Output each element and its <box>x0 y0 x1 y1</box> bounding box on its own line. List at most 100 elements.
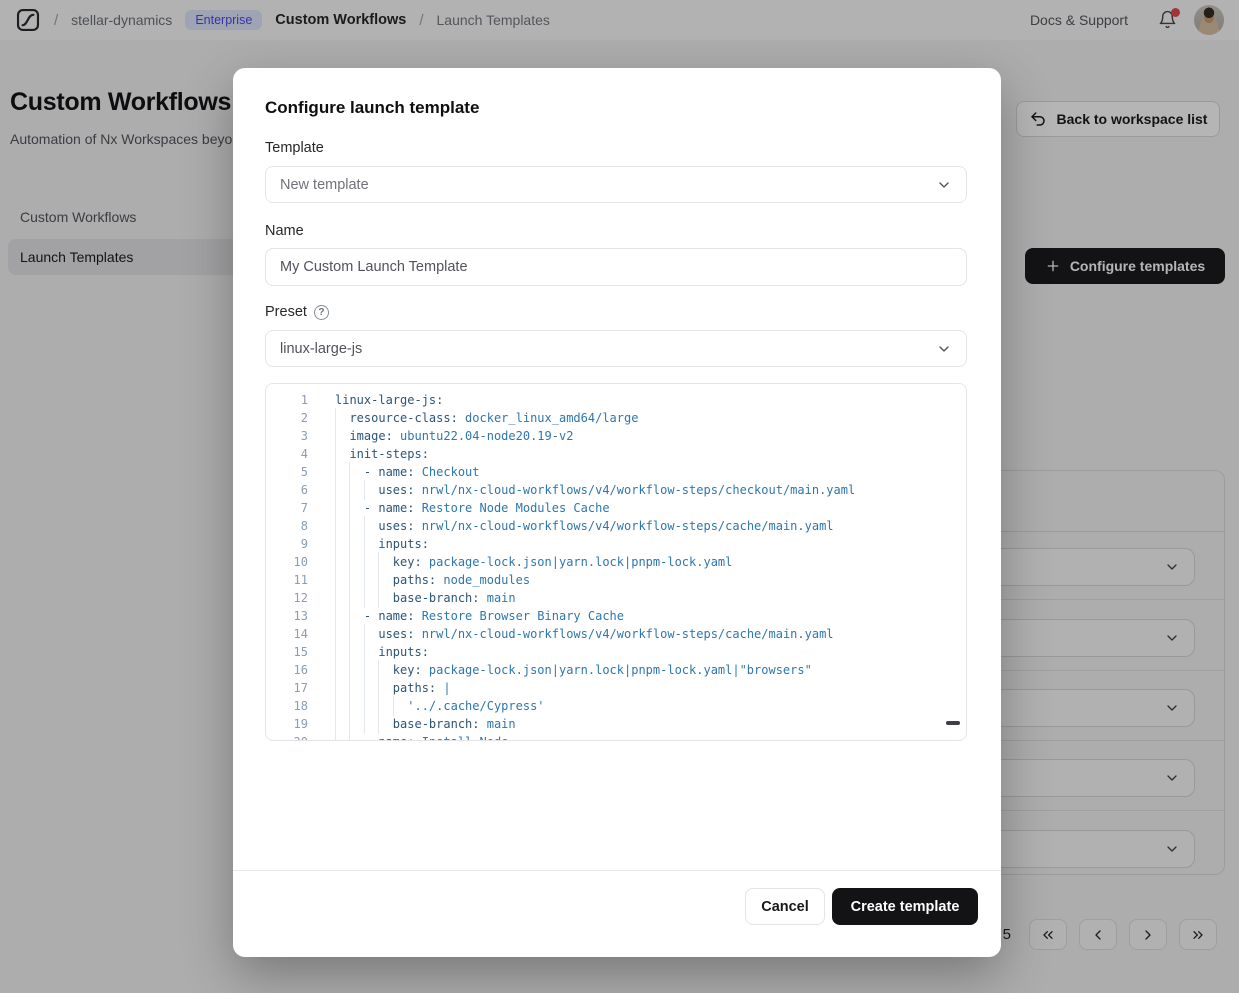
indent-guide <box>378 660 379 680</box>
line-number: 17 <box>280 679 308 697</box>
indent-guide <box>335 642 336 662</box>
line-number: 10 <box>280 553 308 571</box>
indent-guide <box>349 642 350 662</box>
indent-guide <box>335 678 336 698</box>
code-line: 16 key: package-lock.json|yarn.lock|pnpm… <box>266 661 966 679</box>
indent-guide <box>378 552 379 572</box>
code-line: 15 inputs: <box>266 643 966 661</box>
chevron-down-icon <box>936 341 952 357</box>
line-number: 8 <box>280 517 308 535</box>
indent-guide <box>349 516 350 536</box>
code-line: 19 base-branch: main <box>266 715 966 733</box>
question-circle-icon[interactable]: ? <box>314 305 329 320</box>
chevron-down-icon <box>936 177 952 193</box>
indent-guide <box>335 570 336 590</box>
line-number: 4 <box>280 445 308 463</box>
code-line: 18 '../.cache/Cypress' <box>266 697 966 715</box>
indent-guide <box>335 660 336 680</box>
line-number: 1 <box>280 391 308 409</box>
indent-guide <box>364 552 365 572</box>
code-line: 4 init-steps: <box>266 445 966 463</box>
indent-guide <box>349 570 350 590</box>
line-number: 13 <box>280 607 308 625</box>
indent-guide <box>349 696 350 716</box>
name-input[interactable]: My Custom Launch Template <box>265 248 967 286</box>
configure-launch-template-modal: Configure launch template Template New t… <box>233 68 1001 957</box>
indent-guide <box>378 714 379 734</box>
indent-guide <box>349 498 350 518</box>
indent-guide <box>349 732 350 741</box>
code-line: 7 - name: Restore Node Modules Cache <box>266 499 966 517</box>
code-line: 13 - name: Restore Browser Binary Cache <box>266 607 966 625</box>
indent-guide <box>364 696 365 716</box>
code-line: 20 - name: Install Node <box>266 733 966 741</box>
code-line: 3 image: ubuntu22.04-node20.19-v2 <box>266 427 966 445</box>
code-line: 1linux-large-js: <box>266 391 966 409</box>
indent-guide <box>335 516 336 536</box>
indent-guide <box>364 480 365 500</box>
line-number: 18 <box>280 697 308 715</box>
indent-guide <box>364 642 365 662</box>
code-line: 17 paths: | <box>266 679 966 697</box>
line-number: 3 <box>280 427 308 445</box>
indent-guide <box>349 678 350 698</box>
code-line: 5 - name: Checkout <box>266 463 966 481</box>
modal-footer-divider <box>233 870 1001 871</box>
indent-guide <box>335 588 336 608</box>
indent-guide <box>335 696 336 716</box>
editor-scrollbar-thumb[interactable] <box>946 721 960 725</box>
indent-guide <box>393 696 394 716</box>
preset-select[interactable]: linux-large-js <box>265 330 967 367</box>
indent-guide <box>335 480 336 500</box>
indent-guide <box>378 696 379 716</box>
indent-guide <box>335 498 336 518</box>
line-number: 5 <box>280 463 308 481</box>
indent-guide <box>335 444 336 464</box>
code-line: 12 base-branch: main <box>266 589 966 607</box>
code-line: 8 uses: nrwl/nx-cloud-workflows/v4/workf… <box>266 517 966 535</box>
line-number: 6 <box>280 481 308 499</box>
indent-guide <box>364 714 365 734</box>
create-template-button[interactable]: Create template <box>832 888 978 925</box>
indent-guide <box>349 552 350 572</box>
code-line: 6 uses: nrwl/nx-cloud-workflows/v4/workf… <box>266 481 966 499</box>
yaml-editor[interactable]: 1linux-large-js:2 resource-class: docker… <box>265 383 967 741</box>
indent-guide <box>364 588 365 608</box>
indent-guide <box>349 534 350 554</box>
line-number: 20 <box>280 733 308 741</box>
indent-guide <box>349 660 350 680</box>
indent-guide <box>364 534 365 554</box>
indent-guide <box>335 552 336 572</box>
indent-guide <box>364 516 365 536</box>
indent-guide <box>335 426 336 446</box>
preset-select-value: linux-large-js <box>280 341 362 357</box>
yaml-editor-lines: 1linux-large-js:2 resource-class: docker… <box>266 391 966 741</box>
code-line: 2 resource-class: docker_linux_amd64/lar… <box>266 409 966 427</box>
indent-guide <box>364 570 365 590</box>
template-field-label: Template <box>265 140 324 156</box>
indent-guide <box>349 588 350 608</box>
cancel-button[interactable]: Cancel <box>745 888 825 925</box>
indent-guide <box>335 732 336 741</box>
indent-guide <box>364 660 365 680</box>
indent-guide <box>349 480 350 500</box>
modal-title: Configure launch template <box>265 98 479 118</box>
line-number: 11 <box>280 571 308 589</box>
preset-label-text: Preset <box>265 304 307 320</box>
line-number: 9 <box>280 535 308 553</box>
code-line: 14 uses: nrwl/nx-cloud-workflows/v4/work… <box>266 625 966 643</box>
line-number: 2 <box>280 409 308 427</box>
indent-guide <box>335 714 336 734</box>
indent-guide <box>335 624 336 644</box>
indent-guide <box>378 678 379 698</box>
indent-guide <box>364 678 365 698</box>
indent-guide <box>378 588 379 608</box>
code-line: 11 paths: node_modules <box>266 571 966 589</box>
code-line: 10 key: package-lock.json|yarn.lock|pnpm… <box>266 553 966 571</box>
indent-guide <box>378 570 379 590</box>
indent-guide <box>335 408 336 428</box>
line-number: 14 <box>280 625 308 643</box>
indent-guide <box>335 606 336 626</box>
preset-field-label: Preset ? <box>265 304 329 320</box>
template-select[interactable]: New template <box>265 166 967 203</box>
